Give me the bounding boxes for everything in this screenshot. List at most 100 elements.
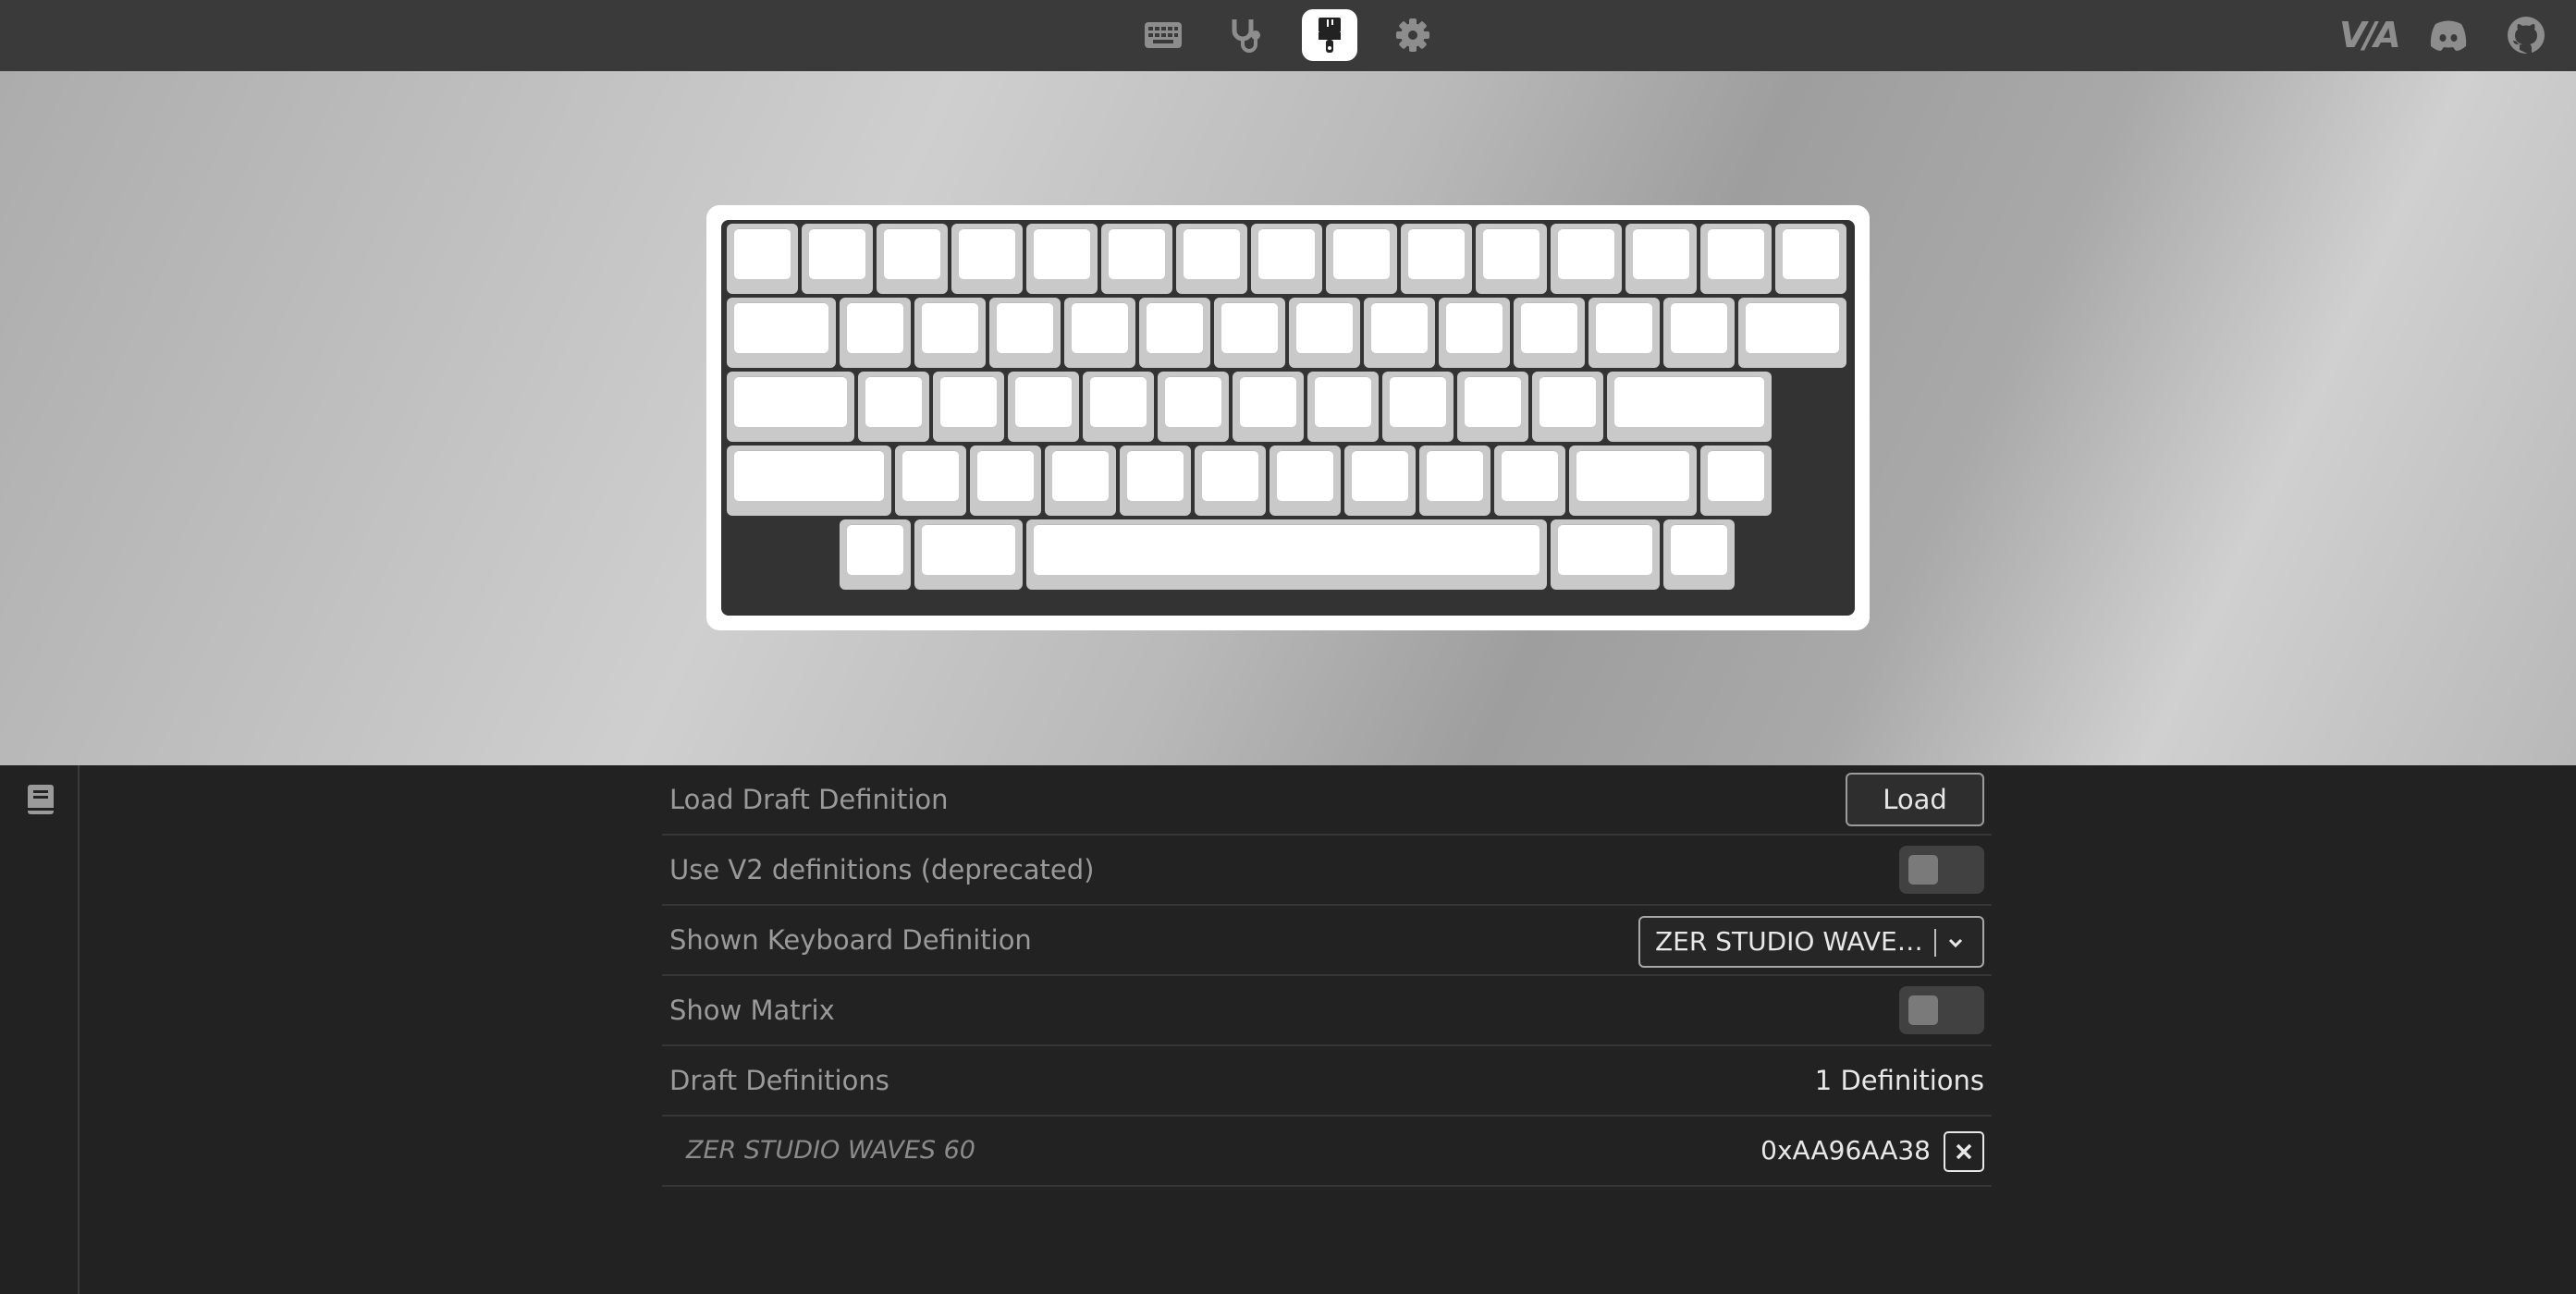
keycap[interactable] (857, 372, 929, 442)
paintbrush-icon (1319, 18, 1341, 53)
gear-icon (1396, 18, 1429, 52)
keycap[interactable] (1476, 224, 1547, 294)
keyboard-preview-area (0, 71, 2576, 765)
keycap[interactable] (839, 298, 911, 368)
discord-icon[interactable] (2428, 15, 2469, 55)
keycap[interactable] (1438, 298, 1510, 368)
keycap[interactable] (1513, 298, 1585, 368)
keycap[interactable] (1120, 446, 1192, 516)
draft-item-row: ZER STUDIO WAVES 60 0xAA96AA38 (662, 1117, 1992, 1187)
stethoscope-icon (1232, 19, 1260, 53)
keycap[interactable] (1625, 224, 1697, 294)
keycap[interactable] (1326, 224, 1397, 294)
definition-select-value: ZER STUDIO WAVES 60 (1655, 926, 1923, 957)
keycap[interactable] (1045, 446, 1117, 516)
keycap[interactable] (1138, 298, 1210, 368)
nav-design-tab[interactable] (1302, 9, 1357, 61)
use-v2-row: Use V2 definitions (deprecated) (662, 836, 1992, 906)
nav-settings-tab[interactable] (1385, 9, 1441, 61)
keycap[interactable] (1157, 372, 1229, 442)
use-v2-toggle[interactable] (1899, 846, 1984, 894)
keycap[interactable] (1381, 372, 1454, 442)
nav-configure-tab[interactable] (1135, 9, 1191, 61)
keycap[interactable] (932, 372, 1004, 442)
definition-select[interactable]: ZER STUDIO WAVES 60 (1638, 916, 1984, 968)
keycap[interactable] (1082, 372, 1154, 442)
keycap[interactable] (988, 298, 1061, 368)
left-menu-rail (0, 765, 80, 1294)
keycap[interactable] (1700, 224, 1772, 294)
shown-definition-label: Shown Keyboard Definition (669, 924, 1032, 956)
draft-item-name: ZER STUDIO WAVES 60 (686, 1136, 975, 1165)
keycap[interactable] (1251, 224, 1322, 294)
close-icon (1956, 1143, 1972, 1160)
keycap[interactable] (1606, 372, 1772, 442)
select-separator (1934, 929, 1936, 957)
show-matrix-label: Show Matrix (669, 995, 835, 1026)
keycap[interactable] (895, 446, 967, 516)
keycap[interactable] (1494, 446, 1566, 516)
keycap[interactable] (727, 298, 836, 368)
toggle-knob (1908, 995, 1938, 1025)
keycap[interactable] (1588, 298, 1660, 368)
keycap[interactable] (1007, 372, 1079, 442)
keycap[interactable] (1213, 298, 1285, 368)
load-draft-row: Load Draft Definition Load (662, 765, 1992, 836)
keycap[interactable] (914, 298, 986, 368)
keycap[interactable] (1737, 298, 1846, 368)
draft-definitions-count: 1 Definitions (1814, 1065, 1984, 1096)
keycap[interactable] (1456, 372, 1528, 442)
keycap[interactable] (1288, 298, 1360, 368)
keycap[interactable] (1662, 519, 1735, 590)
keycap[interactable] (1775, 224, 1846, 294)
load-button[interactable]: Load (1846, 773, 1984, 826)
keycap[interactable] (1344, 446, 1417, 516)
shown-definition-row: Shown Keyboard Definition ZER STUDIO WAV… (662, 906, 1992, 976)
show-matrix-toggle[interactable] (1899, 986, 1984, 1034)
keycap[interactable] (1551, 224, 1622, 294)
keyboard-frame (706, 205, 1870, 630)
draft-definitions-row: Draft Definitions 1 Definitions (662, 1046, 1992, 1117)
keycap[interactable] (727, 446, 892, 516)
keycap[interactable] (1569, 446, 1697, 516)
remove-draft-button[interactable] (1944, 1131, 1984, 1172)
keycap[interactable] (970, 446, 1042, 516)
keycap[interactable] (1401, 224, 1472, 294)
keycap[interactable] (1026, 224, 1098, 294)
keycap[interactable] (1306, 372, 1379, 442)
load-draft-label: Load Draft Definition (669, 784, 949, 815)
keyboard-icon (1145, 22, 1182, 48)
keycap[interactable] (1419, 446, 1491, 516)
keycap[interactable] (1195, 446, 1267, 516)
github-icon[interactable] (2506, 15, 2546, 55)
draft-item-id: 0xAA96AA38 (1760, 1135, 1931, 1166)
keycap[interactable] (727, 224, 798, 294)
keycap[interactable] (1063, 298, 1135, 368)
keycap[interactable] (1232, 372, 1304, 442)
via-logo[interactable]: V/A (2339, 15, 2401, 55)
keycap[interactable] (727, 372, 854, 442)
keycap[interactable] (1700, 446, 1772, 516)
keycap[interactable] (802, 224, 873, 294)
keycap[interactable] (1531, 372, 1603, 442)
keycap[interactable] (1551, 519, 1660, 590)
spacebar-key[interactable] (1026, 519, 1547, 590)
keycap[interactable] (1662, 298, 1735, 368)
top-bar: V/A (0, 0, 2576, 71)
keycap[interactable] (951, 224, 1023, 294)
keycap[interactable] (1363, 298, 1435, 368)
keycap[interactable] (914, 519, 1023, 590)
keycap[interactable] (839, 519, 911, 590)
toggle-knob (1908, 855, 1938, 885)
keycap[interactable] (1101, 224, 1172, 294)
book-icon[interactable] (27, 784, 55, 815)
show-matrix-row: Show Matrix (662, 976, 1992, 1046)
keycap[interactable] (1270, 446, 1342, 516)
keycap[interactable] (877, 224, 948, 294)
use-v2-label: Use V2 definitions (deprecated) (669, 854, 1095, 885)
keyboard-plate (721, 220, 1855, 616)
draft-definitions-label: Draft Definitions (669, 1065, 889, 1096)
keycap[interactable] (1176, 224, 1247, 294)
nav-test-tab[interactable] (1219, 9, 1274, 61)
chevron-down-icon[interactable] (1942, 929, 1969, 957)
